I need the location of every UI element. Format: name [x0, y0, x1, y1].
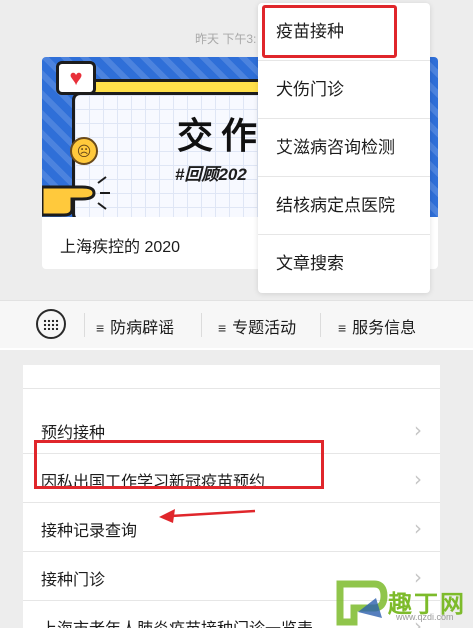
menu-item-aids-testing[interactable]: 艾滋病咨询检测 — [258, 119, 430, 177]
row-label: 接种记录查询 — [41, 523, 138, 540]
menu-item-dog-bite-clinic[interactable]: 犬伤门诊 — [258, 61, 430, 119]
article-title: 上海疾控的 2020 — [60, 239, 181, 256]
chevron-right-icon: › — [414, 467, 422, 491]
menu-lines-icon: ≡ — [96, 320, 105, 336]
tab-label: 服务信息 — [352, 320, 417, 337]
tab-disease-rumors[interactable]: ≡ 防病辟谣 — [96, 314, 174, 338]
chevron-right-icon: › — [414, 418, 422, 442]
message-timestamp: 昨天 下午3: — [195, 32, 257, 46]
pointing-hand-icon — [42, 176, 110, 217]
menu-item-article-search[interactable]: 文章搜索 — [258, 235, 430, 293]
menu-lines-icon: ≡ — [218, 320, 227, 336]
tab-special-events[interactable]: ≡ 专题活动 — [218, 314, 296, 338]
row-label: 接种门诊 — [41, 572, 106, 589]
tab-divider — [320, 313, 321, 337]
bottom-menu-bar: ≡ 防病辟谣 ≡ 专题活动 ≡ 服务信息 — [0, 300, 473, 348]
watermark-url: www.qzdi.com — [396, 612, 454, 622]
row-label: 上海市老年人肺炎疫苗接种门诊一览表 — [41, 615, 313, 628]
cover-title: 交作 — [177, 116, 266, 157]
menu-item-tb-hospital[interactable]: 结核病定点医院 — [258, 177, 430, 235]
chevron-right-icon: › — [414, 516, 422, 540]
sad-face-icon: ☹ — [70, 137, 98, 165]
chat-panel: 昨天 下午3: 交作 #回顾202 ♥ ☹ 上海疾控的 2020 疫苗接种 犬伤… — [0, 0, 473, 300]
tab-label: 专题活动 — [232, 320, 297, 337]
arrow-pointer-annotation — [159, 509, 256, 523]
cover-hashtag: #回顾202 — [175, 165, 247, 184]
menu-lines-icon: ≡ — [338, 320, 347, 336]
tab-divider — [201, 313, 202, 337]
menu-highlight-box — [262, 5, 397, 58]
keyboard-icon[interactable] — [36, 309, 66, 339]
row-highlight-box — [34, 440, 324, 489]
tab-service-info[interactable]: ≡ 服务信息 — [338, 314, 416, 338]
heart-icon: ♥ — [56, 61, 96, 95]
tab-divider — [84, 313, 85, 337]
list-header-area — [23, 365, 440, 389]
tab-label: 防病辟谣 — [110, 320, 175, 337]
